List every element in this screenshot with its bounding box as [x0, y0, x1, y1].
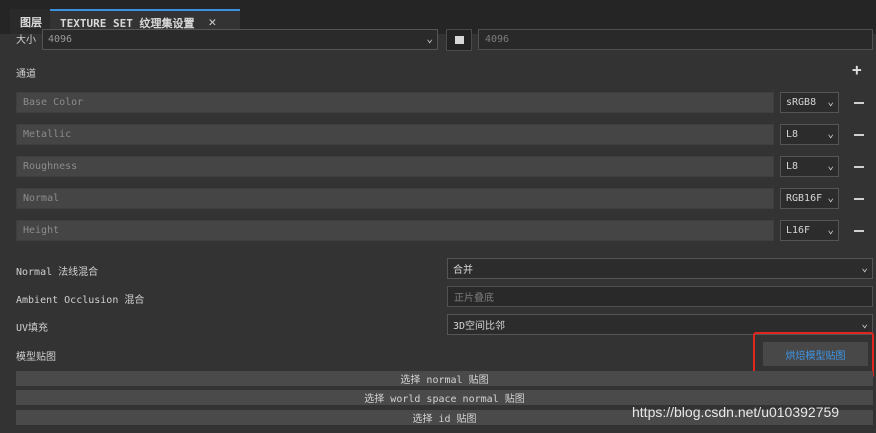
channel-format-value: sRGB8	[786, 97, 817, 108]
channel-format-height[interactable]: L16F ⌄	[780, 220, 839, 241]
lock-ratio-button[interactable]	[446, 29, 472, 51]
channel-name-metallic[interactable]: Metallic	[16, 124, 774, 145]
add-channel-icon[interactable]: +	[852, 62, 862, 78]
chevron-down-icon: ⌄	[426, 32, 433, 45]
channel-format-metallic[interactable]: L8 ⌄	[780, 124, 839, 145]
channel-format-normal[interactable]: RGB16F ⌄	[780, 188, 839, 209]
close-icon[interactable]: ✕	[208, 15, 216, 30]
lock-icon	[454, 36, 464, 44]
channel-format-value: RGB16F	[786, 193, 823, 204]
size-label: 大小	[16, 35, 36, 46]
select-world-normal-map-label: 选择 world space normal 贴图	[364, 394, 525, 405]
chevron-down-icon: ⌄	[827, 95, 834, 108]
select-normal-map-label: 选择 normal 贴图	[400, 375, 489, 386]
ao-blend-field[interactable]: 正片叠底	[447, 286, 873, 307]
channel-name-roughness[interactable]: Roughness	[16, 156, 774, 177]
normal-blend-select[interactable]: 合并 ⌄	[447, 258, 873, 279]
size-height-field[interactable]: 4096	[478, 29, 873, 50]
size-select[interactable]: 4096 ⌄	[42, 29, 438, 50]
remove-channel-icon[interactable]	[854, 198, 864, 200]
select-world-normal-map-button[interactable]: 选择 world space normal 贴图	[16, 390, 873, 405]
channel-format-value: L8	[786, 129, 799, 140]
channel-format-value: L16F	[786, 225, 811, 236]
select-id-map-label: 选择 id 贴图	[412, 414, 477, 425]
channel-format-roughness[interactable]: L8 ⌄	[780, 156, 839, 177]
select-normal-map-button[interactable]: 选择 normal 贴图	[16, 371, 873, 386]
channel-name-label: Height	[23, 225, 60, 236]
remove-channel-icon[interactable]	[854, 166, 864, 168]
size-height-value: 4096	[485, 34, 510, 45]
remove-channel-icon[interactable]	[854, 102, 864, 104]
ao-blend-label: Ambient Occlusion 混合	[16, 295, 145, 306]
remove-channel-icon[interactable]	[854, 230, 864, 232]
uv-padding-label: UV填充	[16, 323, 49, 334]
channel-format-value: L8	[786, 161, 799, 172]
mesh-maps-title: 模型贴图	[16, 352, 56, 363]
channel-name-normal[interactable]: Normal	[16, 188, 774, 209]
channel-name-label: Normal	[23, 193, 60, 204]
normal-blend-label: Normal 法线混合	[16, 267, 99, 278]
watermark: https://blog.csdn.net/u010392759	[632, 404, 840, 420]
channel-format-base-color[interactable]: sRGB8 ⌄	[780, 92, 839, 113]
chevron-down-icon: ⌄	[827, 127, 834, 140]
tab-layers-label: 图层	[20, 15, 42, 29]
ao-blend-value: 正片叠底	[454, 293, 494, 304]
chevron-down-icon: ⌄	[827, 159, 834, 172]
channel-name-label: Base Color	[23, 97, 84, 108]
size-select-value: 4096	[48, 34, 73, 45]
uv-padding-value: 3D空间比邻	[453, 321, 506, 332]
chevron-down-icon: ⌄	[861, 261, 868, 274]
chevron-down-icon: ⌄	[861, 317, 868, 330]
channel-name-label: Roughness	[23, 161, 78, 172]
remove-channel-icon[interactable]	[854, 134, 864, 136]
normal-blend-value: 合并	[453, 265, 473, 276]
channels-title: 通道	[16, 69, 36, 80]
chevron-down-icon: ⌄	[827, 223, 834, 236]
channel-name-height[interactable]: Height	[16, 220, 774, 241]
channel-name-base-color[interactable]: Base Color	[16, 92, 774, 113]
chevron-down-icon: ⌄	[827, 191, 834, 204]
channel-name-label: Metallic	[23, 129, 72, 140]
